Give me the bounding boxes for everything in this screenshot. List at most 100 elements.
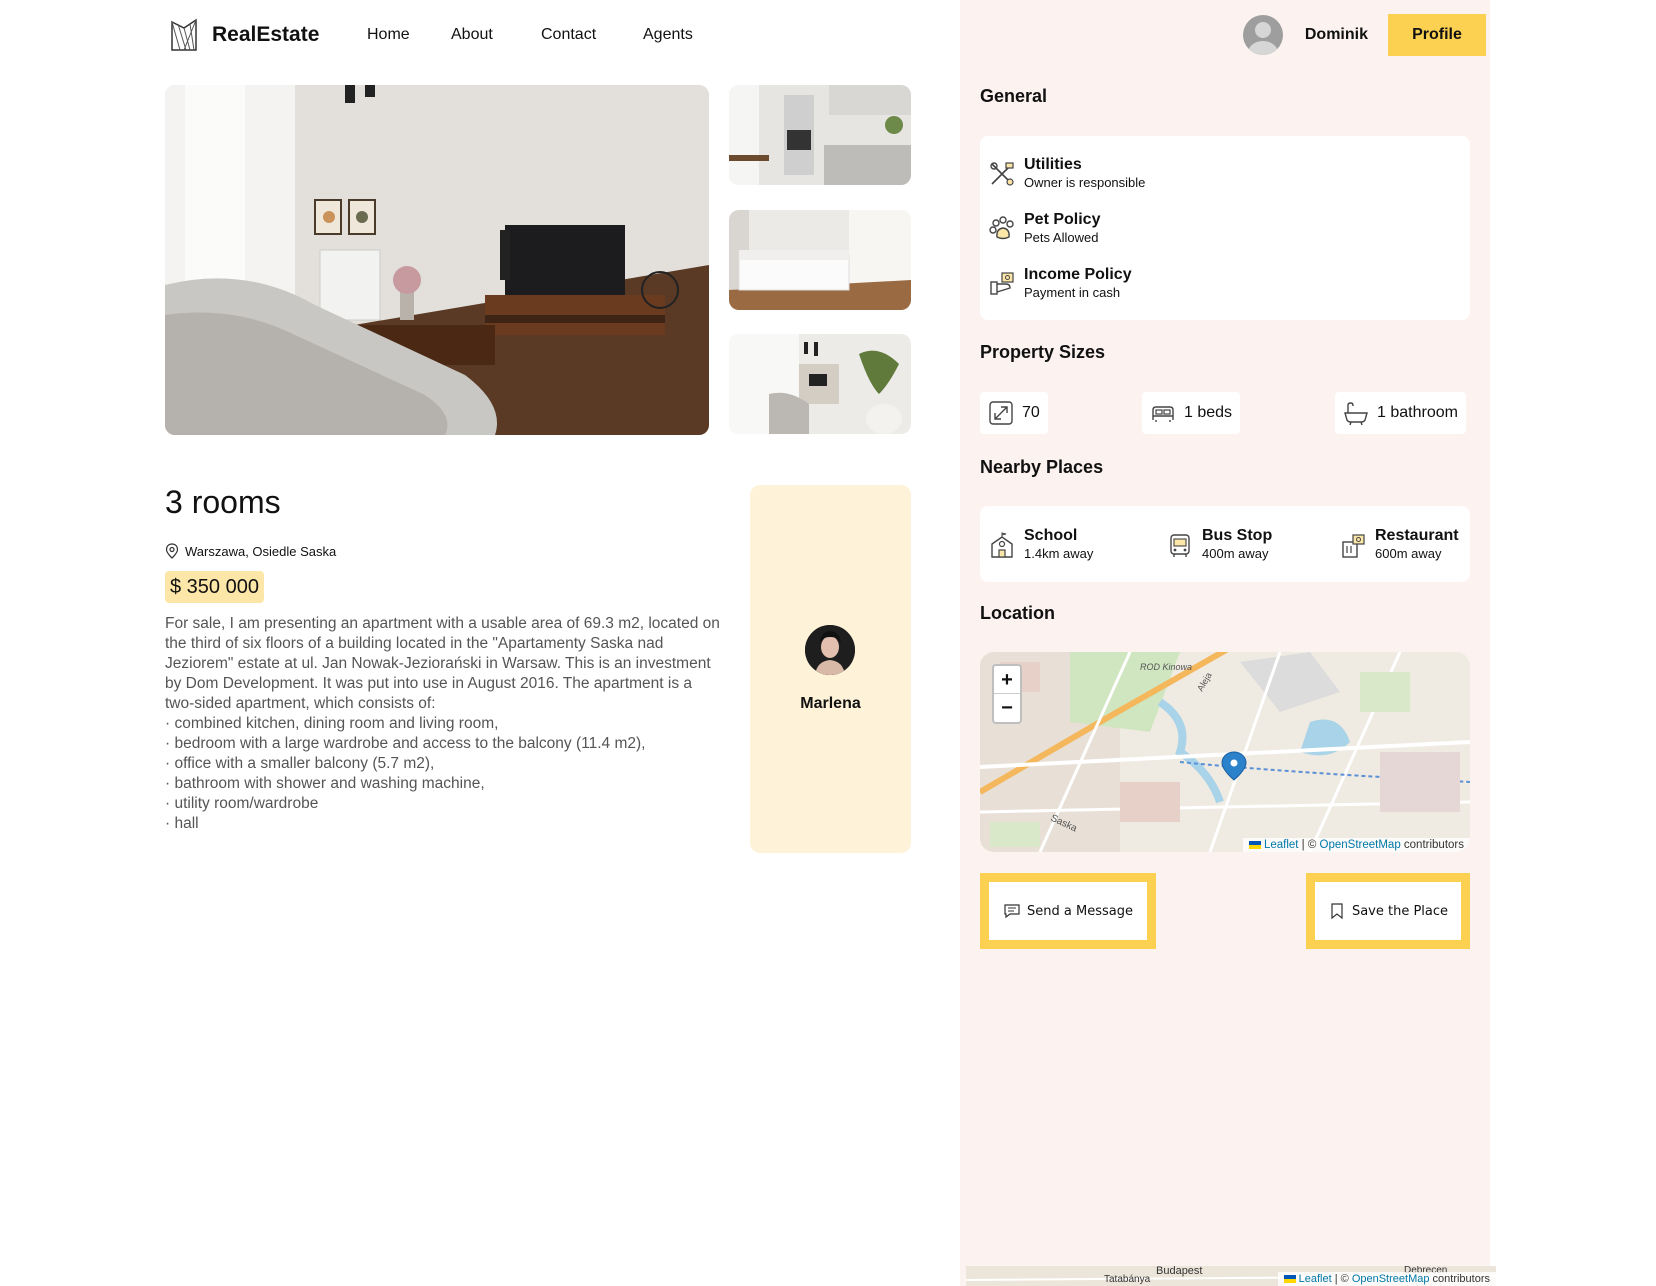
message-icon [1004, 904, 1020, 919]
general-item-pet-policy: Pet Policy Pets Allowed [988, 211, 1100, 246]
bed-icon [1152, 406, 1174, 422]
size-area: 70 [980, 392, 1048, 434]
thumbnail-living[interactable] [729, 334, 911, 434]
paw-icon [989, 216, 1014, 240]
description-line: two-sided apartment, which consists of: [165, 695, 436, 712]
attribution-separator: | © [1331, 1273, 1352, 1285]
general-item-title: Utilities [1024, 156, 1082, 173]
nav-home[interactable]: Home [367, 26, 410, 44]
agent-card[interactable]: Marlena [750, 485, 911, 853]
sizes-title: Property Sizes [980, 342, 1106, 362]
price-tag: $ 350 000 [165, 571, 264, 603]
main-photo[interactable] [165, 85, 709, 435]
nearby-item-title: Restaurant [1375, 527, 1459, 544]
school-icon [991, 532, 1013, 558]
description-line: · combined kitchen, dining room and livi… [165, 715, 499, 732]
living-image [729, 334, 911, 434]
brand-name: RealEstate [212, 23, 320, 46]
expand-icon [989, 401, 1013, 425]
leaflet-link[interactable]: Leaflet [1299, 1273, 1332, 1285]
general-item-value: Pets Allowed [1024, 230, 1099, 245]
size-bathrooms: 1 bathroom [1335, 392, 1466, 434]
general-item-title: Pet Policy [1024, 211, 1101, 228]
map-tiles: Saska ROD Kinowa Aleja [980, 652, 1470, 852]
description-line: · bedroom with a large wardrobe and acce… [165, 735, 646, 752]
general-item-utilities: Utilities Owner is responsible [988, 156, 1145, 191]
listing-address: Warszawa, Osiedle Saska [165, 543, 336, 559]
description-line: the third of six floors of a building lo… [165, 635, 664, 652]
thumbnail-bedroom[interactable] [729, 210, 911, 310]
save-place-button[interactable]: Save the Place [1306, 873, 1470, 949]
description-line: · office with a smaller balcony (5.7 m2)… [165, 755, 435, 772]
ukraine-flag-icon [1283, 1275, 1296, 1284]
general-item-title: Income Policy [1024, 266, 1132, 283]
bookmark-icon [1331, 903, 1343, 920]
osm-link[interactable]: OpenStreetMap [1320, 839, 1401, 851]
page: RealEstate Home About Contact Agents Dom… [0, 0, 1656, 1286]
listing-title: 3 rooms [165, 484, 281, 520]
size-beds: 1 beds [1142, 392, 1241, 434]
size-area-value: 70 [1022, 404, 1040, 421]
bathtub-icon [1344, 402, 1368, 426]
nav-contact[interactable]: Contact [541, 26, 596, 44]
general-card: Utilities Owner is responsible Pet Polic… [980, 136, 1470, 320]
income-icon [990, 272, 1014, 295]
user-area: Dominik Profile [1242, 14, 1486, 56]
zoom-control: + − [992, 664, 1022, 724]
brand-logo[interactable]: RealEstate [168, 18, 319, 52]
profile-button[interactable]: Profile [1388, 14, 1486, 56]
size-bathrooms-value: 1 bathroom [1377, 404, 1458, 421]
living-room-image [165, 85, 709, 435]
description-line: · hall [165, 815, 199, 832]
attribution-separator: | © [1298, 839, 1320, 851]
general-item-value: Owner is responsible [1024, 175, 1146, 190]
user-avatar[interactable] [1242, 15, 1283, 55]
nav-agents[interactable]: Agents [643, 26, 693, 44]
nearby-item-value: 600m away [1375, 546, 1442, 561]
nearby-item-title: Bus Stop [1202, 527, 1273, 544]
nearby-item-title: School [1024, 527, 1078, 544]
restaurant-icon [1342, 534, 1365, 558]
building-logo-icon [171, 18, 197, 51]
send-message-label: Send a Message [1027, 903, 1133, 919]
map-label-rod: ROD Kinowa [1140, 662, 1192, 672]
attribution-suffix: contributors [1429, 1273, 1490, 1285]
listing-description: For sale, I am presenting an apartment w… [165, 614, 745, 834]
map-label-tatabanya: Tatabánya [1104, 1274, 1151, 1285]
location-pin-icon [165, 543, 179, 559]
description-line: · bathroom with shower and washing machi… [165, 775, 485, 792]
nearby-bus-stop: Bus Stop 400m away [1166, 527, 1272, 562]
nearby-restaurant: Restaurant 600m away [1339, 527, 1459, 562]
nearby-item-value: 1.4km away [1024, 546, 1094, 561]
zoom-in-button[interactable]: + [994, 666, 1020, 694]
nearby-item-value: 400m away [1202, 546, 1269, 561]
location-title: Location [980, 603, 1055, 623]
nearby-title: Nearby Places [980, 457, 1104, 477]
osm-link[interactable]: OpenStreetMap [1352, 1273, 1430, 1285]
zoom-out-button[interactable]: − [994, 694, 1020, 722]
leaflet-link[interactable]: Leaflet [1264, 839, 1299, 851]
nav-about[interactable]: About [451, 26, 493, 44]
agent-name: Marlena [800, 695, 861, 712]
agent-avatar[interactable] [805, 625, 855, 675]
general-item-value: Payment in cash [1024, 285, 1121, 300]
map-attribution: Leaflet | © OpenStreetMap contributors [1242, 838, 1470, 852]
thumbnail-kitchen[interactable] [729, 85, 911, 185]
description-line: For sale, I am presenting an apartment w… [165, 615, 720, 632]
general-item-income-policy: Income Policy Payment in cash [988, 266, 1132, 301]
general-title: General [980, 86, 1048, 106]
user-name: Dominik [1304, 26, 1368, 43]
location-map[interactable]: Saska ROD Kinowa Aleja + − Leaflet | © O… [980, 652, 1470, 852]
description-line: · utility room/wardrobe [165, 795, 319, 812]
nearby-school: School 1.4km away [988, 527, 1093, 562]
bedroom-image [729, 210, 911, 310]
ukraine-flag-icon [1248, 840, 1261, 849]
bottom-map-attribution: Leaflet | © OpenStreetMap contributors [1277, 1272, 1496, 1286]
send-message-button[interactable]: Send a Message [980, 873, 1156, 949]
address-text: Warszawa, Osiedle Saska [185, 543, 337, 559]
description-line: Jeziorem" estate at ul. Jan Nowak-Jezior… [165, 655, 711, 672]
tools-icon [990, 162, 1014, 186]
description-line: by Dom Development. It was put into use … [165, 675, 693, 692]
save-place-label: Save the Place [1351, 903, 1449, 919]
bottom-map[interactable]: Budapest Tatabánya Debrecen Leaflet | © … [966, 1266, 1496, 1286]
